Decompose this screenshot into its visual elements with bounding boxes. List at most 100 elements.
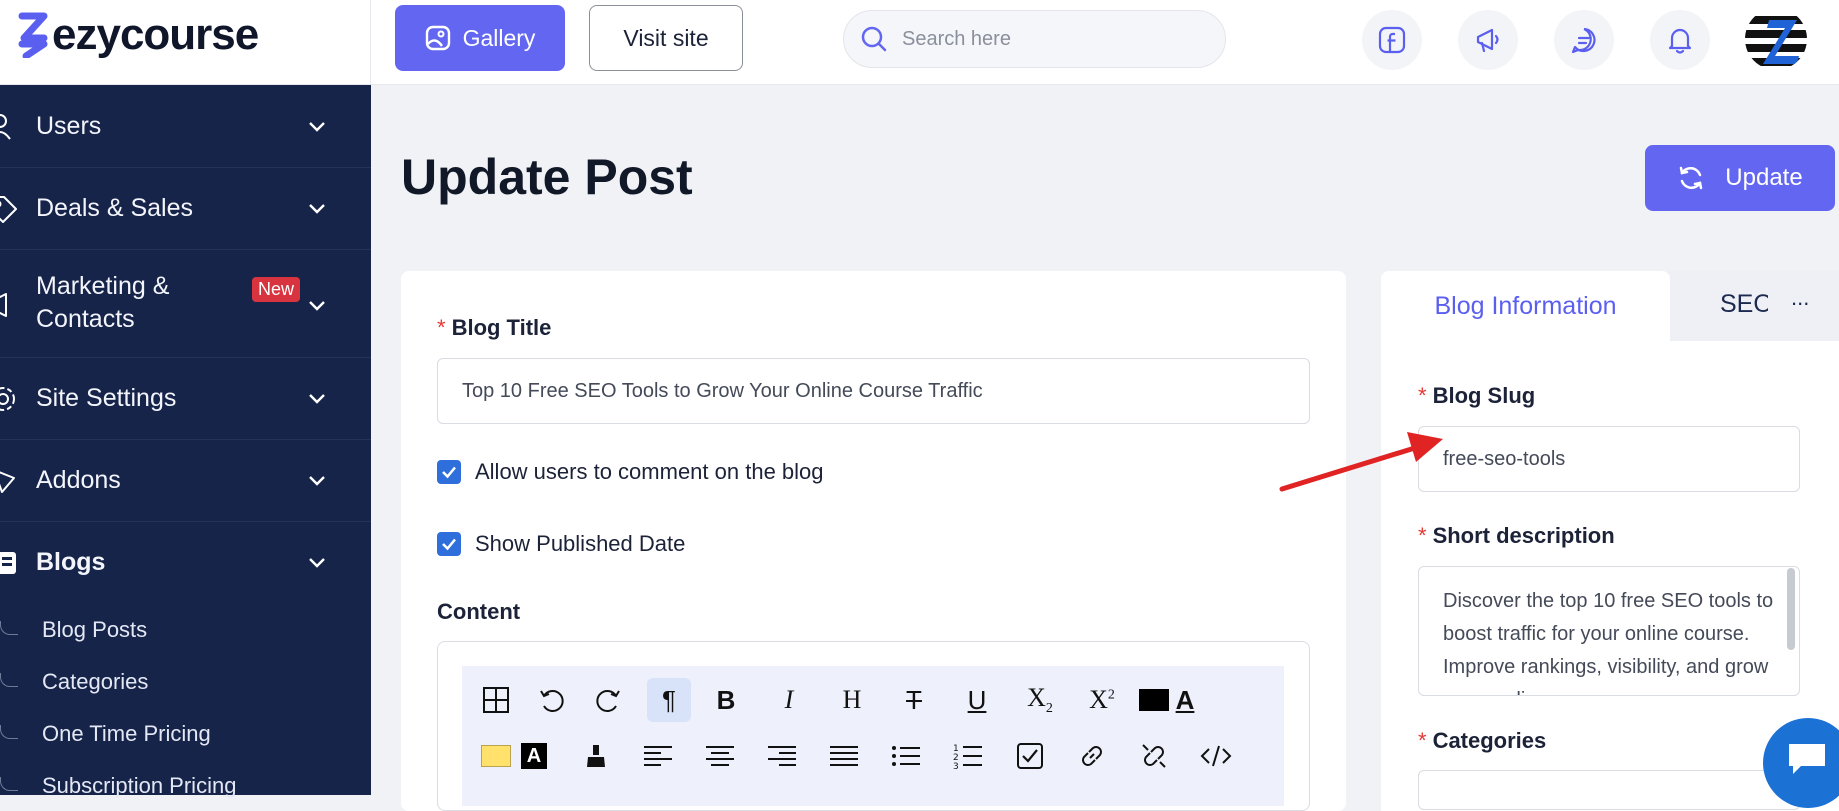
chevron-down-icon [309,394,325,404]
plug-icon [0,471,15,493]
bold-icon: B [716,684,736,715]
blog-slug-input[interactable]: free-seo-tools [1418,426,1800,492]
superscript-button[interactable]: X2 [1080,678,1124,722]
justify-button[interactable] [822,734,866,778]
sidebar-subitem-one-time-pricing[interactable]: One Time Pricing [0,719,371,759]
align-center-icon [706,746,734,766]
sidebar-subitem-label: Blog Posts [42,617,148,642]
align-center-button[interactable] [698,734,742,778]
allow-comments-row[interactable]: Allow users to comment on the blog [437,459,824,485]
gallery-icon [425,25,450,51]
sidebar-item-deals-sales[interactable]: Deals & Sales [0,168,371,250]
gear-icon [0,387,15,411]
search-input[interactable] [902,27,1202,51]
facebook-button[interactable] [1362,10,1422,70]
redo-icon [596,690,620,712]
short-description-textarea[interactable]: Discover the top 10 free SEO tools to bo… [1418,566,1800,696]
subscript-button[interactable]: X2 [1018,678,1062,722]
numbered-list-icon: 123 [953,744,982,770]
required-marker: * [437,315,446,340]
superscript-icon: X2 [1089,685,1115,714]
allow-comments-checkbox[interactable] [437,460,461,484]
link-button[interactable] [1070,734,1114,778]
editor-toolbar: ¶ B I H T U X2 X2 A A 123 [462,666,1284,806]
messages-button[interactable] [1554,10,1614,70]
sidebar-item-site-settings[interactable]: Site Settings [0,358,371,440]
categories-select[interactable] [1418,770,1800,810]
sidebar-panel: Users Deals & Sales Marketing & Contacts… [0,85,371,798]
check-icon [442,466,456,479]
users-icon [0,114,11,140]
font-color-button[interactable]: A [1163,678,1207,722]
bell-icon [1668,28,1692,54]
align-right-button[interactable] [760,734,804,778]
tab-seo[interactable]: SEO [1720,290,1768,319]
numbered-list-button[interactable]: 123 [946,734,990,778]
megaphone-icon [0,293,7,317]
textarea-scrollbar[interactable] [1787,568,1795,650]
gallery-button[interactable]: Gallery [395,5,565,71]
sidebar-item-label: Users [36,112,102,140]
sidebar-item-label: Blogs [36,548,106,576]
align-left-button[interactable] [636,734,680,778]
user-avatar[interactable] [1745,8,1807,70]
code-icon [1200,745,1232,767]
categories-label: * Categories [1418,728,1547,753]
chevron-down-icon [309,301,325,311]
paragraph-button[interactable]: ¶ [647,678,691,722]
chevron-down-icon [309,204,325,214]
more-tabs-icon[interactable]: ... [1791,285,1809,311]
sidebar-subitem-subscription-pricing[interactable]: Subscription Pricing [0,771,371,811]
background-color-button[interactable]: A [512,734,556,778]
heading-button[interactable]: H [830,678,874,722]
checklist-button[interactable] [1008,734,1052,778]
clear-format-button[interactable] [574,734,618,778]
short-description-label: * Short description [1418,523,1615,548]
brand-name: ezycourse [52,10,259,59]
table-button[interactable] [474,678,518,722]
blog-title-input[interactable]: Top 10 Free SEO Tools to Grow Your Onlin… [437,358,1310,424]
notifications-button[interactable] [1650,10,1710,70]
unlink-button[interactable] [1132,734,1176,778]
visit-site-button[interactable]: Visit site [589,5,743,71]
search-bar[interactable] [843,10,1226,68]
sidebar-item-addons[interactable]: Addons [0,440,371,522]
bullet-list-button[interactable] [884,734,928,778]
tree-connector [0,673,18,687]
tree-connector [0,725,18,739]
font-color-icon: A [1175,684,1195,715]
show-date-checkbox[interactable] [437,532,461,556]
megaphone-icon [1476,28,1499,53]
announcements-button[interactable] [1458,10,1518,70]
sidebar-subitem-categories[interactable]: Categories [0,667,371,707]
sidebar-item-marketing-contacts[interactable]: Marketing & Contacts New [0,250,371,358]
sidebar-item-blogs[interactable]: Blogs [0,522,371,604]
subscript-icon: X2 [1027,682,1053,717]
bold-button[interactable]: B [704,678,748,722]
show-date-row[interactable]: Show Published Date [437,531,685,557]
update-button[interactable]: Update [1645,145,1835,211]
top-bar: ezycourse Gallery Visit site [0,0,1839,85]
strikethrough-button[interactable]: T [892,678,936,722]
undo-button[interactable] [530,678,574,722]
brand-logo[interactable]: ezycourse [18,10,259,59]
tab-blog-information[interactable]: Blog Information [1381,271,1670,341]
chevron-down-icon [309,122,325,132]
sidebar-subitem-label: Categories [42,669,149,694]
eraser-icon [587,745,605,767]
sidebar-item-users[interactable]: Users [0,85,371,168]
code-view-button[interactable] [1194,734,1238,778]
redo-button[interactable] [586,678,630,722]
italic-icon: I [784,685,794,714]
chat-icon [1571,27,1596,54]
sidebar-subitem-blog-posts[interactable]: Blog Posts [0,615,371,655]
italic-button[interactable]: I [767,678,811,722]
underline-button[interactable]: U [955,678,999,722]
heading-icon: H [842,685,862,714]
unlink-icon [1142,744,1166,768]
required-marker: * [1418,383,1427,408]
bullet-list-icon [892,746,920,766]
check-icon [442,538,456,551]
refresh-icon [1680,166,1703,190]
chat-bubble-icon [1789,744,1825,774]
